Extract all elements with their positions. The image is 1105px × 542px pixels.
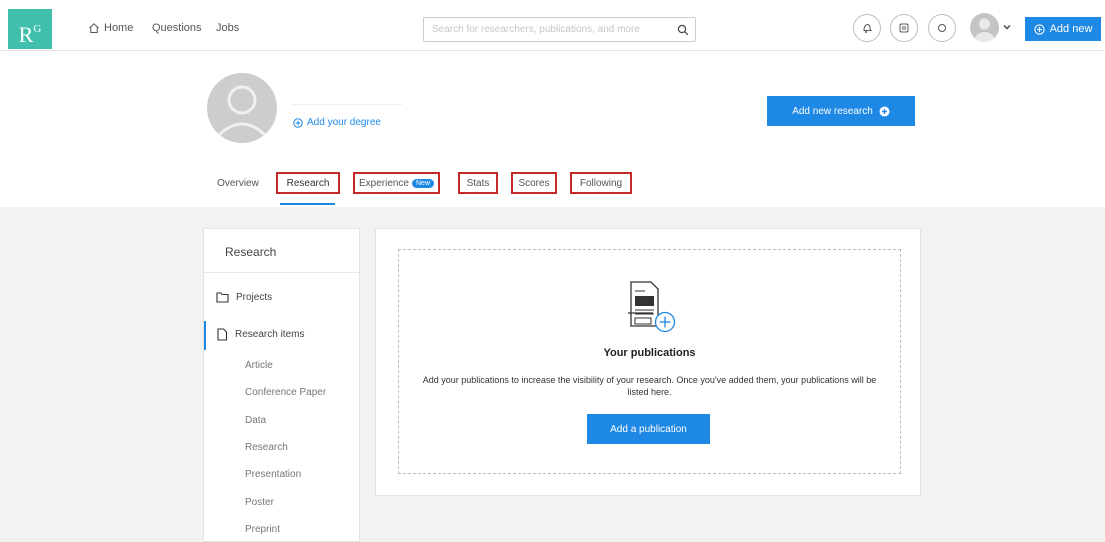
active-item-indicator	[204, 321, 206, 350]
tab-scores-label: Scores	[518, 177, 550, 189]
nav-questions[interactable]: Questions	[152, 22, 202, 34]
chat-button[interactable]	[928, 14, 956, 42]
messages-icon	[899, 23, 909, 33]
messages-button[interactable]	[890, 14, 918, 42]
user-silhouette-icon	[974, 18, 995, 42]
profile-silhouette-icon	[215, 85, 269, 139]
sidebar-subitem-data[interactable]: Data	[245, 415, 266, 426]
tab-scores[interactable]: Scores	[511, 172, 557, 194]
tab-stats-label: Stats	[466, 177, 490, 189]
sidebar-item-research-items[interactable]: Research items	[216, 328, 304, 341]
degree-divider	[292, 104, 402, 105]
sidebar-item-projects-label: Projects	[236, 291, 273, 303]
sidebar-divider	[204, 272, 359, 273]
logo-superscript: G	[33, 23, 42, 35]
tab-following[interactable]: Following	[570, 172, 632, 194]
chat-icon	[938, 24, 946, 32]
notifications-button[interactable]	[853, 14, 881, 42]
tab-experience[interactable]: Experience New	[353, 172, 440, 194]
sidebar-subitem-poster[interactable]: Poster	[245, 497, 274, 508]
sidebar-item-research-items-label: Research items	[235, 329, 305, 340]
search-box	[423, 17, 696, 42]
sidebar-subitem-presentation[interactable]: Presentation	[245, 469, 301, 480]
logo-main: R	[18, 22, 34, 47]
plus-circle-icon	[1033, 23, 1045, 35]
home-icon	[89, 23, 99, 33]
user-avatar[interactable]	[970, 13, 999, 42]
add-new-button[interactable]: Add new	[1025, 17, 1101, 41]
researchgate-logo[interactable]: RG	[8, 9, 52, 49]
tab-following-label: Following	[579, 177, 623, 189]
add-publication-icon	[628, 281, 676, 333]
chevron-down-icon[interactable]	[1002, 22, 1012, 32]
document-icon	[217, 328, 228, 341]
nav-home[interactable]: Home	[88, 22, 133, 34]
nav-jobs-label: Jobs	[216, 22, 240, 34]
tab-experience-label: Experience	[358, 177, 409, 189]
active-tab-indicator	[280, 203, 335, 205]
publications-empty-state: Your publications Add your publications …	[398, 249, 901, 474]
plus-circle-icon	[879, 106, 890, 116]
publications-description: Add your publications to increase the vi…	[422, 375, 877, 397]
sidebar-title: Research	[225, 245, 277, 259]
research-sidebar: Research Projects Research items Article…	[203, 228, 360, 542]
add-degree-link[interactable]: Add your degree	[293, 117, 381, 128]
nav-questions-label: Questions	[152, 22, 202, 34]
search-icon[interactable]	[677, 24, 689, 36]
folder-icon	[216, 292, 229, 303]
nav-home-label: Home	[104, 22, 134, 34]
notifications-icon	[863, 23, 872, 33]
add-new-research-button[interactable]: Add new research	[767, 96, 915, 126]
sidebar-subitem-preprint[interactable]: Preprint	[245, 524, 280, 535]
tab-stats[interactable]: Stats	[458, 172, 498, 194]
add-publication-label: Add a publication	[610, 423, 687, 435]
publications-card: Your publications Add your publications …	[375, 228, 921, 496]
tab-research-label: Research	[286, 177, 330, 189]
add-degree-label: Add your degree	[307, 117, 381, 128]
top-bar: RG Home Questions Jobs Search for resear…	[0, 0, 1105, 51]
new-badge: New	[412, 178, 435, 188]
search-input[interactable]	[430, 23, 677, 36]
sidebar-subitem-article[interactable]: Article	[245, 360, 273, 371]
plus-circle-icon	[293, 117, 303, 128]
sidebar-subitem-conference-paper[interactable]: Conference Paper	[245, 387, 326, 398]
nav-jobs[interactable]: Jobs	[216, 22, 239, 34]
publications-title: Your publications	[603, 347, 696, 359]
add-new-research-label: Add new research	[792, 105, 873, 117]
tab-research[interactable]: Research	[276, 172, 340, 194]
sidebar-subitem-research[interactable]: Research	[245, 442, 288, 453]
tab-overview[interactable]: Overview	[210, 172, 266, 194]
add-publication-button[interactable]: Add a publication	[587, 414, 710, 444]
add-new-label: Add new	[1049, 23, 1093, 35]
sidebar-item-projects[interactable]: Projects	[216, 291, 272, 303]
tab-overview-label: Overview	[217, 177, 259, 189]
profile-avatar[interactable]	[207, 73, 277, 143]
